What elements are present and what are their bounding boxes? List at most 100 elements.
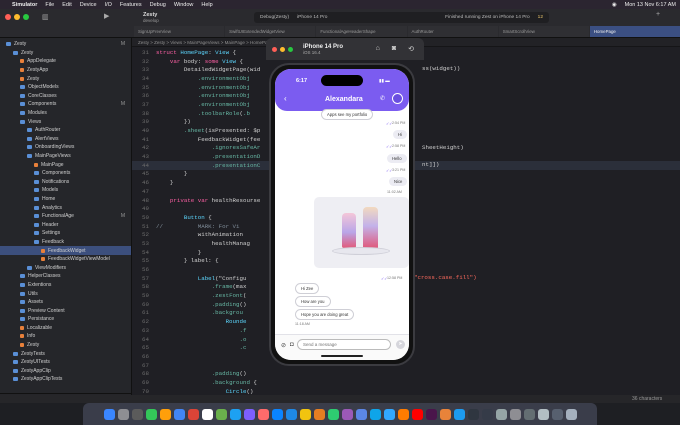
- message-bubble-hi[interactable]: Hi: [393, 130, 407, 139]
- dock-app-icon[interactable]: [551, 408, 563, 420]
- message-image[interactable]: [314, 197, 409, 268]
- tab-signupfreeview[interactable]: SignUpFreeView: [134, 26, 225, 37]
- dock-app-icon[interactable]: [411, 408, 423, 420]
- close-window-button[interactable]: [5, 14, 11, 20]
- message-bubble-how-are-you[interactable]: How are you: [295, 296, 331, 307]
- sidebar-item-assets[interactable]: Assets: [0, 298, 131, 307]
- sidebar-item-persistance[interactable]: Persistance: [0, 315, 131, 324]
- zoom-window-button[interactable]: [23, 14, 29, 20]
- sidebar-item-authrouter[interactable]: AuthRouter: [0, 126, 131, 135]
- dock-app-icon[interactable]: [187, 408, 199, 420]
- menu-clock[interactable]: Mon 13 Nov 6:17 AM: [625, 2, 676, 8]
- home-icon[interactable]: ⌂: [376, 45, 380, 53]
- dock-app-icon[interactable]: [467, 408, 479, 420]
- dock-app-icon[interactable]: [215, 408, 227, 420]
- menu-window[interactable]: Window: [174, 2, 194, 8]
- sidebar-item-feedback[interactable]: Feedback: [0, 238, 131, 247]
- sidebar-item-functionalage[interactable]: FunctionalAge M: [0, 212, 131, 221]
- menu-features[interactable]: Features: [120, 2, 142, 8]
- sidebar-item-utils[interactable]: Utils: [0, 289, 131, 298]
- sidebar-item-components[interactable]: Components: [0, 169, 131, 178]
- sidebar-item-views[interactable]: Views: [0, 117, 131, 126]
- message-input[interactable]: [297, 339, 391, 350]
- run-button[interactable]: ▶: [104, 12, 109, 20]
- simulator-close-button[interactable]: [272, 46, 277, 52]
- sidebar-item-viewmodifiers[interactable]: ViewModifiers: [0, 263, 131, 272]
- sidebar-item-zesty[interactable]: Zesty: [0, 341, 131, 350]
- sidebar-item-zestyappcliptests[interactable]: ZestyAppClipTests: [0, 375, 131, 384]
- sidebar-item-alertviews[interactable]: AlertViews: [0, 135, 131, 144]
- dock-app-icon[interactable]: [383, 408, 395, 420]
- screenshot-icon[interactable]: ◙: [392, 45, 396, 53]
- warning-count[interactable]: 12: [538, 15, 543, 20]
- dock-app-icon[interactable]: [495, 408, 507, 420]
- sidebar-item-info[interactable]: Info: [0, 332, 131, 341]
- sidebar-item-components[interactable]: Components M: [0, 100, 131, 109]
- sidebar-item-notifications[interactable]: Notifications: [0, 178, 131, 187]
- sidebar-item-mainpage[interactable]: MainPage: [0, 160, 131, 169]
- dock-app-icon[interactable]: [285, 408, 297, 420]
- sidebar-item-analytics[interactable]: Analytics: [0, 203, 131, 212]
- dock-app-icon[interactable]: [145, 408, 157, 420]
- sidebar-toggle-icon[interactable]: ▥: [42, 13, 49, 21]
- sidebar-item-feedbackwidget[interactable]: FeedbackWidget: [0, 246, 131, 255]
- dock-app-icon[interactable]: [229, 408, 241, 420]
- menu-device[interactable]: Device: [80, 2, 97, 8]
- camera-icon[interactable]: ◘: [290, 342, 294, 348]
- dock-app-icon[interactable]: [565, 408, 577, 420]
- sidebar-item-objectmodels[interactable]: ObjectModels: [0, 83, 131, 92]
- sidebar-item-appdelegate[interactable]: AppDelegate: [0, 57, 131, 66]
- tab-swiftuiextendedwidgetview[interactable]: SwiftUIExtendedWidgetView: [225, 26, 316, 37]
- dock-app-icon[interactable]: [355, 408, 367, 420]
- device-selector[interactable]: iPhone 14 Pro: [297, 15, 327, 20]
- dock-app-icon[interactable]: [481, 408, 493, 420]
- tab-authrouter[interactable]: AuthRouter: [407, 26, 498, 37]
- attach-icon[interactable]: ⊘: [281, 342, 286, 349]
- sidebar-item-onboardingviews[interactable]: OnboardingViews: [0, 143, 131, 152]
- dock-app-icon[interactable]: [117, 408, 129, 420]
- contact-avatar[interactable]: [392, 93, 403, 104]
- rotate-icon[interactable]: ⟲: [408, 45, 414, 53]
- dock-app-icon[interactable]: [523, 408, 535, 420]
- dock-app-icon[interactable]: [327, 408, 339, 420]
- message-bubble-hope[interactable]: Hope you are doing great: [295, 309, 355, 320]
- dock-app-icon[interactable]: [369, 408, 381, 420]
- dock-app-icon[interactable]: [271, 408, 283, 420]
- menu-io[interactable]: I/O: [105, 2, 112, 8]
- add-icon[interactable]: +: [656, 11, 660, 18]
- code-line[interactable]: 68 .padding(): [132, 369, 680, 378]
- dock-app-icon[interactable]: [243, 408, 255, 420]
- dock-app-icon[interactable]: [159, 408, 171, 420]
- dock-app-icon[interactable]: [257, 408, 269, 420]
- message-bubble-nice[interactable]: Nice: [389, 177, 408, 186]
- simulator-minimize-button[interactable]: [280, 46, 285, 52]
- phone-icon[interactable]: ✆: [380, 95, 385, 102]
- sidebar-item-zesty[interactable]: Zesty M: [0, 40, 131, 49]
- sidebar-item-localizable[interactable]: Localizable: [0, 324, 131, 333]
- sidebar-item-coreclasses[interactable]: CoreClasses: [0, 92, 131, 101]
- dock-app-icon[interactable]: [131, 408, 143, 420]
- dock-app-icon[interactable]: [341, 408, 353, 420]
- menu-app-simulator[interactable]: Simulator: [12, 2, 37, 8]
- dock-app-icon[interactable]: [439, 408, 451, 420]
- wifi-icon[interactable]: ◉: [612, 2, 617, 8]
- menu-edit[interactable]: Edit: [62, 2, 71, 8]
- dock-app-icon[interactable]: [201, 408, 213, 420]
- dock-app-icon[interactable]: [299, 408, 311, 420]
- tab-homepage[interactable]: HomePage: [589, 26, 680, 37]
- sidebar-item-mainpageviews[interactable]: MainPageViews: [0, 152, 131, 161]
- sidebar-item-settings[interactable]: Settings: [0, 229, 131, 238]
- message-bubble-portfolio[interactable]: Apps see my portfolio: [321, 109, 374, 120]
- sidebar-item-zestyapp[interactable]: ZestyApp: [0, 66, 131, 75]
- sidebar-item-zesty[interactable]: Zesty: [0, 74, 131, 83]
- tab-smartscrollview[interactable]: SmartScrollView: [498, 26, 589, 37]
- dock-app-icon[interactable]: [453, 408, 465, 420]
- message-bubble-hi-zee[interactable]: Hi Zee: [295, 283, 320, 294]
- sidebar-item-home[interactable]: Home: [0, 195, 131, 204]
- simulator-zoom-button[interactable]: [288, 46, 293, 52]
- message-bubble-hello[interactable]: Hello: [387, 154, 407, 163]
- sidebar-item-feedbackwidgetviewmodel[interactable]: FeedbackWidgetViewModel: [0, 255, 131, 264]
- sidebar-item-modules[interactable]: Modules: [0, 109, 131, 118]
- minimize-window-button[interactable]: [14, 14, 20, 20]
- dock-app-icon[interactable]: [425, 408, 437, 420]
